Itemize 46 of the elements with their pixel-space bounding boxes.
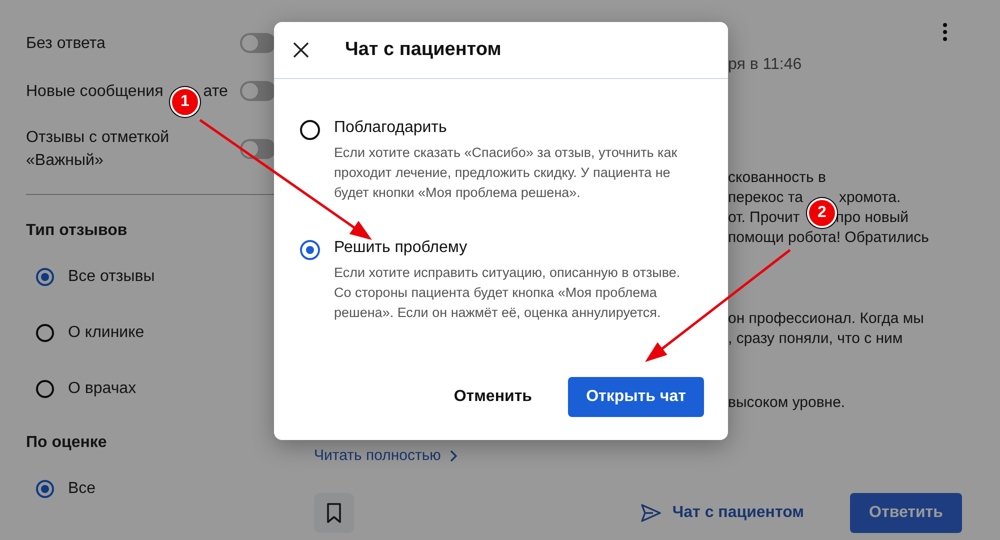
option-label: Поблагодарить [334,119,448,137]
reply-button[interactable]: Ответить [850,493,962,533]
review-text: скованность в [728,168,826,188]
group-title: Тип отзывов [26,221,128,241]
toggle-switch[interactable] [240,33,276,53]
filter-label: Новые сообщения [26,82,164,102]
review-text: перекос та [728,188,803,208]
open-chat-button[interactable]: Открыть чат [568,377,704,417]
group-title: По оценке [26,433,108,453]
review-date: ря в 11:46 [727,56,803,74]
radio-button[interactable] [300,240,320,260]
step-badge: 2 [807,198,837,228]
radio-button[interactable] [36,480,54,498]
option-label: Решить проблему [334,239,468,257]
review-text: от. Прочит [728,208,800,228]
review-text: , сразу поняли, что с ним [728,329,903,349]
chat-link[interactable]: Чат с пациентом [640,503,804,523]
review-text: хромота. [838,188,901,208]
step-badge: 1 [170,87,200,117]
filter-label: Отзывы с отметкой «Важный» [26,128,170,171]
chevron-icon [448,450,457,462]
toggle-switch[interactable] [240,81,276,101]
bookmark-button[interactable] [314,493,354,533]
radio-button[interactable] [36,268,54,286]
radio-label: О клинике [68,324,144,342]
option-description: Если хотите исправить ситуацию, описанную в отзыве. Со стороны пациента будет кнопка «Моя проблема решена». Если он нажмёт её, оценка аннулируется. [334,264,682,322]
option-description: Если хотите сказать «Спасибо» за отзыв, уточнить как проходит лечение, предложить скидку. У пациента не будет кнопки «Моя проблема решена». [334,144,678,202]
radio-label: Все отзывы [68,268,155,286]
close-icon[interactable] [293,42,309,58]
review-text: про новый [836,208,908,228]
filter-label: Без ответа [26,34,106,54]
review-text: высоком уровне. [728,393,846,413]
send-icon [640,503,662,523]
radio-label: Все [68,480,96,498]
cancel-button[interactable]: Отменить [448,377,538,417]
review-text: помощи робота! Обратились [728,228,929,248]
radio-label: О врачах [68,380,136,398]
review-text: он профессионал. Когда мы [728,309,924,329]
dialog-title: Чат с пациентом [345,39,502,61]
read-more-link[interactable]: Читать полностью [314,447,457,464]
radio-button[interactable] [300,120,320,140]
filter-label: ате [203,82,228,102]
radio-button[interactable] [36,324,54,342]
more-icon[interactable] [942,22,948,42]
bookmark-icon [326,503,342,523]
radio-button[interactable] [36,380,54,398]
